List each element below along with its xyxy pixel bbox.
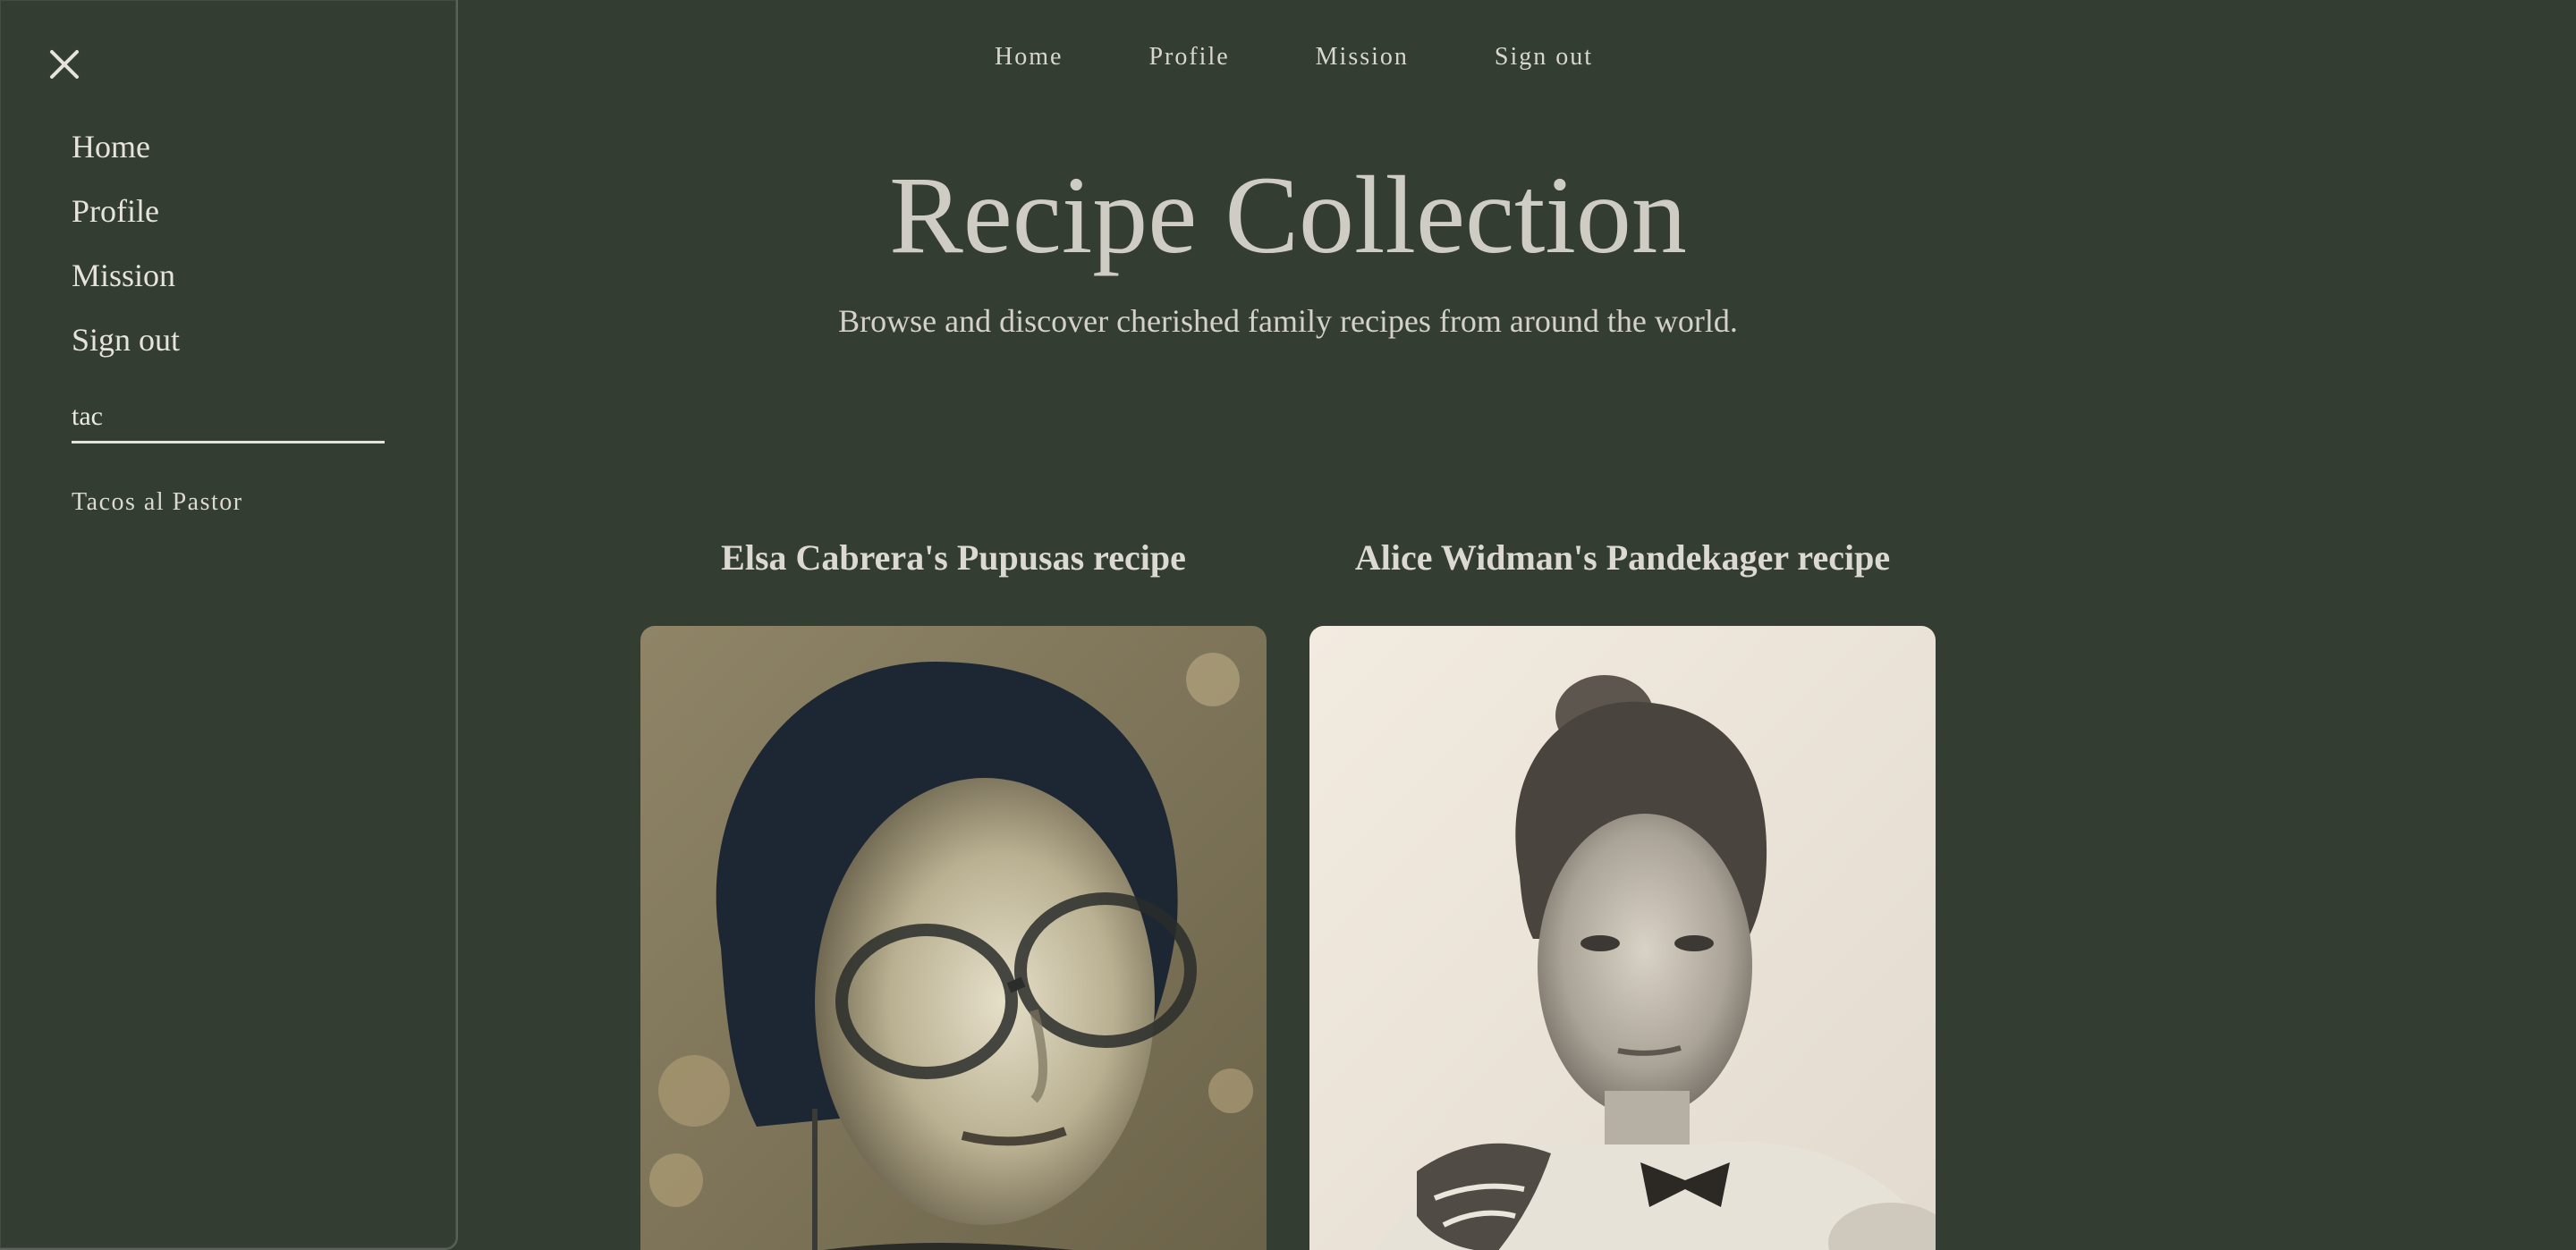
top-nav: Home Profile Mission Sign out xyxy=(995,43,1593,72)
search-field xyxy=(72,393,385,443)
page-title-text: Recipe Collection xyxy=(889,154,1687,276)
nav-home[interactable]: Home xyxy=(995,43,1063,72)
portrait-photo-sepia xyxy=(640,626,1267,1250)
nav-profile[interactable]: Profile xyxy=(1148,43,1229,72)
app-window: Home Profile Mission Sign out Tacos al P… xyxy=(0,0,2576,1250)
portrait-photo-bw xyxy=(1309,626,1936,1250)
recipe-card[interactable]: Alice Widman's Pandekager recipe xyxy=(1309,533,1936,1250)
recipe-photo[interactable] xyxy=(640,626,1267,1250)
recipe-photo[interactable] xyxy=(1309,626,1936,1250)
recipe-card[interactable]: Elsa Cabrera's Pupusas recipe xyxy=(640,533,1267,1250)
close-icon[interactable] xyxy=(45,45,84,84)
search-result-item[interactable]: Tacos al Pastor xyxy=(72,488,243,517)
search-input[interactable] xyxy=(72,393,385,440)
recipe-card-title[interactable]: Alice Widman's Pandekager recipe xyxy=(1309,533,1936,626)
page-title: Recipe Collection xyxy=(0,152,2576,279)
nav-mission[interactable]: Mission xyxy=(1316,43,1409,72)
recipe-card-title[interactable]: Elsa Cabrera's Pupusas recipe xyxy=(640,533,1267,626)
page-subtitle: Browse and discover cherished family rec… xyxy=(838,303,1738,339)
nav-sign-out[interactable]: Sign out xyxy=(1495,43,1593,72)
